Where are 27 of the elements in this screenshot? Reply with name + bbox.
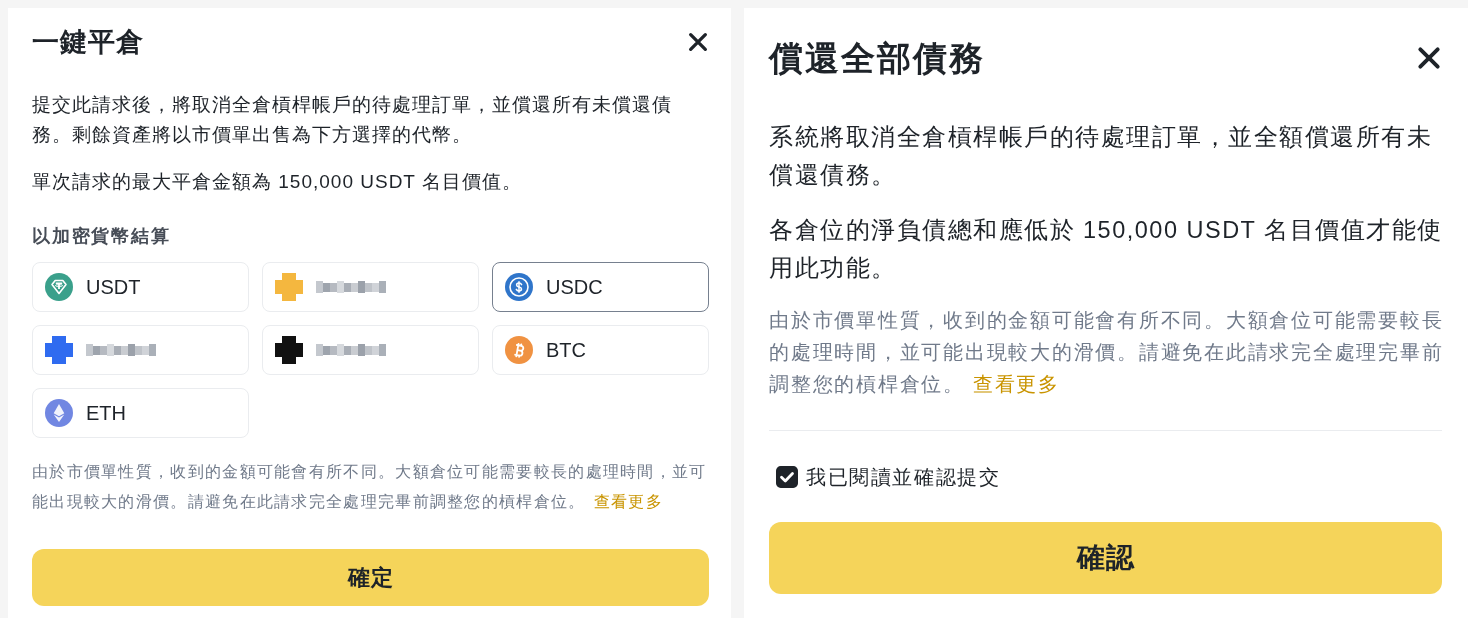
ethereum-icon bbox=[45, 399, 73, 427]
diamond-coin-icon bbox=[45, 273, 73, 301]
agreement-checkbox[interactable] bbox=[776, 466, 798, 488]
pixelated-label bbox=[316, 342, 386, 358]
confirm-button[interactable]: 確認 bbox=[769, 522, 1442, 594]
token-option[interactable]: USDT bbox=[32, 262, 249, 312]
description-text: 單次請求的最大平倉金額為 150,000 USDT 名目價值。 bbox=[32, 170, 523, 194]
agreement-label: 我已閱讀並確認提交 bbox=[806, 465, 1001, 490]
pixelated-label bbox=[316, 279, 386, 295]
dialog-title: 償還全部債務 bbox=[769, 37, 985, 79]
token-option[interactable]: ETH bbox=[32, 388, 249, 438]
description-text: 各倉位的淨負債總和應低於 150,000 USDT 名目價值才能使用此功能。 bbox=[769, 216, 1444, 283]
dialog-title: 一鍵平倉 bbox=[32, 25, 144, 59]
close-icon[interactable] bbox=[1416, 45, 1442, 71]
token-option[interactable]: USDC bbox=[492, 262, 709, 312]
description-text: 提交此請求後，將取消全倉槓桿帳戶的待處理訂單，並償還所有未償還債務。剩餘資產將以市價單出售為下方選擇的代幣。 bbox=[32, 93, 673, 147]
disclaimer-text: 由於市價單性質，收到的金額可能會有所不同。大額倉位可能需要較長的處理時間，並可能出現較大的滑價。請避免在此請求完全處理完畢前調整您的槓桿倉位。 查看更多 bbox=[32, 462, 708, 512]
token-option[interactable] bbox=[262, 325, 479, 375]
close-icon[interactable] bbox=[687, 31, 709, 53]
section-label: 以加密貨幣結算 bbox=[32, 225, 172, 248]
dollar-coin-icon bbox=[505, 273, 533, 301]
token-option[interactable]: BTC bbox=[492, 325, 709, 375]
description-text: 系統將取消全倉槓桿帳戶的待處理訂單，並全額償還所有未償還債務。 bbox=[769, 123, 1433, 190]
confirm-button[interactable]: 確定 bbox=[32, 549, 709, 606]
bitcoin-icon bbox=[505, 336, 533, 364]
disclaimer-text: 由於市價單性質，收到的金額可能會有所不同。大額倉位可能需要較長的處理時間，並可能出現較大的滑價。請避免在此請求完全處理完畢前調整您的槓桿倉位。 查看更多 bbox=[769, 308, 1445, 397]
pixelated-label bbox=[86, 342, 156, 358]
